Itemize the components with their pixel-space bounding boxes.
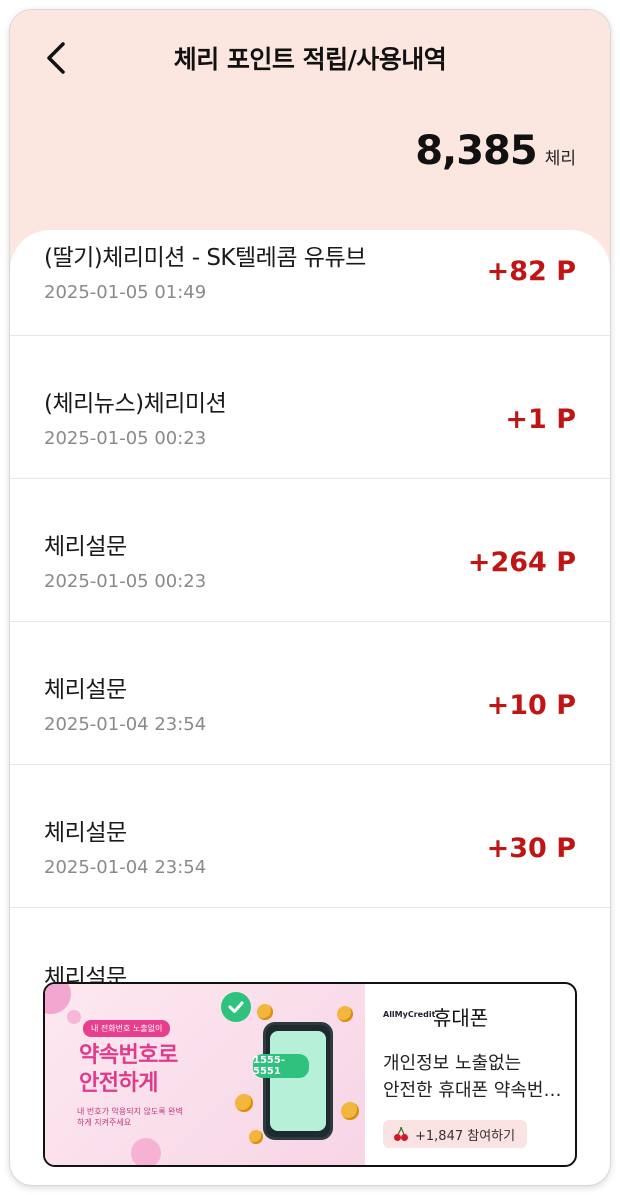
cherry-icon <box>394 1126 408 1141</box>
history-points: +264 P <box>467 547 576 578</box>
ad-subtext: 내 번호가 악용되지 않도록 완벽하게 지켜주세요 <box>77 1107 183 1127</box>
ad-chip: 내 전화번호 노출없이 <box>83 1020 171 1037</box>
history-title: (딸기)체리미션 - SK텔레콤 유튜브 <box>44 245 366 271</box>
join-button-label: +1,847 참여하기 <box>415 1128 516 1144</box>
history-row: 체리설문 2025-01-04 23:54 +10 P <box>10 622 610 765</box>
ad-image: 내 전화번호 노출없이 약속번호로 안전하게 내 번호가 악용되지 않도록 완벽… <box>45 984 365 1165</box>
ad-desc-line: 안전한 휴대폰 약속번… <box>383 1080 562 1101</box>
number-bubble: 1555-5551 <box>253 1054 309 1078</box>
history-list[interactable]: (딸기)체리미션 - SK텔레콤 유튜브 2025-01-05 01:49 +8… <box>10 230 610 990</box>
balance-unit: 체리 <box>544 149 576 169</box>
coin-icon <box>249 1130 263 1144</box>
history-points: +10 P <box>486 690 576 721</box>
history-points: +82 P <box>486 256 576 287</box>
history-points: +30 P <box>486 833 576 864</box>
history-row: 체리설문 2025-01-04 23:54 +30 P <box>10 765 610 908</box>
phone-screen <box>270 1031 326 1131</box>
coin-icon <box>235 1094 253 1112</box>
history-date: 2025-01-04 23:54 <box>44 714 207 735</box>
app-frame: 체리 포인트 적립/사용내역 8,385 체리 (딸기)체리미션 - SK텔레콤… <box>10 10 610 1185</box>
history-date: 2025-01-05 00:23 <box>44 428 207 449</box>
coin-icon <box>257 1004 273 1020</box>
join-button[interactable]: +1,847 참여하기 <box>383 1120 528 1148</box>
history-row: 체리설문 <box>10 908 610 990</box>
coin-icon <box>337 1006 353 1022</box>
ad-headline-line: 안전하게 <box>79 1071 158 1096</box>
history-row: (딸기)체리미션 - SK텔레콤 유튜브 2025-01-05 01:49 +8… <box>10 230 610 336</box>
ad-category: 휴대폰 <box>433 1006 489 1030</box>
history-title: (체리뉴스)체리미션 <box>44 391 227 417</box>
balance-value: 8,385 <box>415 128 538 174</box>
history-date: 2025-01-05 01:49 <box>44 282 207 303</box>
point-balance: 8,385 체리 <box>415 128 576 174</box>
history-title: 체리설문 <box>44 534 127 560</box>
decor-bubble <box>131 1138 161 1165</box>
page-title: 체리 포인트 적립/사용내역 <box>173 45 447 74</box>
ad-brand-logo: AllMyCredit <box>383 1010 436 1019</box>
coin-icon <box>341 1102 359 1120</box>
ad-desc-line: 개인정보 노출없는 <box>383 1053 522 1074</box>
history-date: 2025-01-05 00:23 <box>44 571 207 592</box>
ad-info: AllMyCredit 휴대폰 개인정보 노출없는 안전한 휴대폰 약속번… +… <box>379 984 575 1165</box>
history-title: 체리설문 <box>44 677 127 703</box>
history-title: 체리설문 <box>44 820 127 846</box>
decor-bubble <box>67 1010 81 1024</box>
ad-banner[interactable]: 내 전화번호 노출없이 약속번호로 안전하게 내 번호가 악용되지 않도록 완벽… <box>43 982 577 1167</box>
ad-headline-line: 약속번호로 <box>79 1043 178 1068</box>
shield-check-icon <box>221 992 251 1022</box>
history-row: 체리설문 2025-01-05 00:23 +264 P <box>10 479 610 622</box>
ad-headline: 약속번호로 안전하게 <box>79 1042 189 1098</box>
ad-description: 개인정보 노출없는 안전한 휴대폰 약속번… <box>383 1050 571 1104</box>
phone-illustration <box>263 1022 333 1140</box>
history-date: 2025-01-04 23:54 <box>44 857 207 878</box>
decor-bubble <box>45 984 71 1014</box>
history-points: +1 P <box>505 404 576 435</box>
history-row: (체리뉴스)체리미션 2025-01-05 00:23 +1 P <box>10 336 610 479</box>
